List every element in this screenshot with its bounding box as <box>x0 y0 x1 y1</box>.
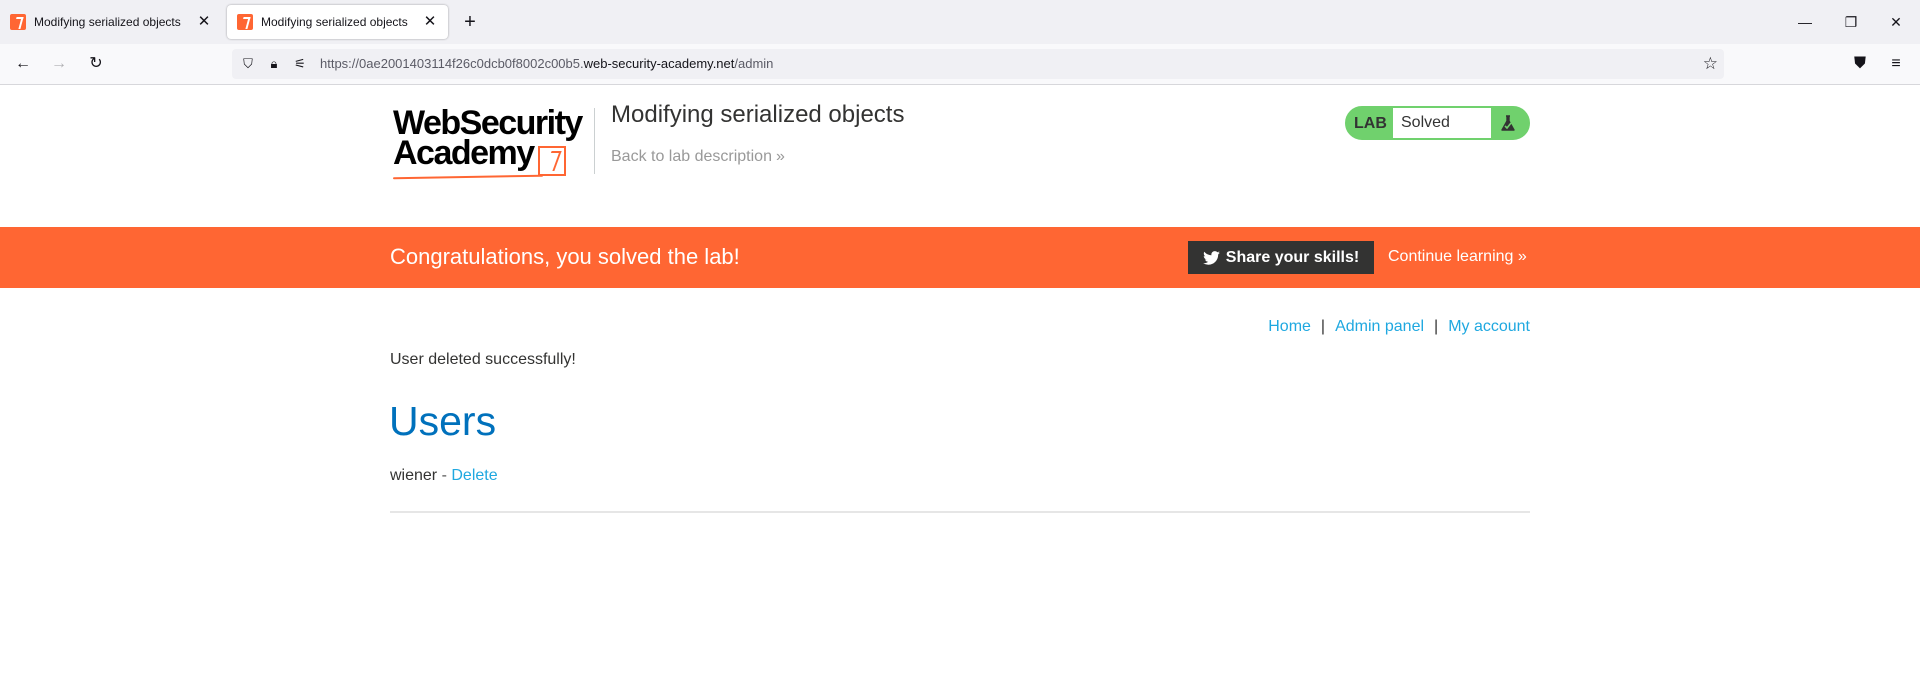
pocket-icon[interactable]: ⛊ <box>1848 52 1872 76</box>
restore-icon[interactable]: ❐ <box>1839 10 1863 34</box>
username: wiener <box>390 467 438 484</box>
share-label: Share your skills! <box>1225 248 1360 266</box>
logo-underline <box>392 174 544 180</box>
nav-separator: | <box>1434 318 1439 335</box>
url-text[interactable]: https://0ae2001403114f26c0dcb0f8002c00b5… <box>320 56 773 71</box>
bookmark-star-icon[interactable]: ☆ <box>1703 54 1718 74</box>
page-content: WebSecurity Academy Modifying serialized… <box>0 86 1920 692</box>
lab-title: Modifying serialized objects <box>611 101 905 128</box>
logo-bolt-icon <box>538 146 566 176</box>
flask-icon <box>1501 115 1515 131</box>
nav-separator: | <box>1320 318 1326 335</box>
shield-icon[interactable]: ⛉ <box>240 56 256 72</box>
tab-title: Modifying serialized objects <box>261 15 408 29</box>
tab-title: Modifying serialized objects <box>34 15 181 29</box>
back-arrow-icon[interactable]: ← <box>11 52 35 76</box>
lab-status-widget: LAB Solved <box>1345 106 1530 140</box>
continue-learning-link[interactable]: Continue learning » <box>1388 248 1527 266</box>
lab-status-value: Solved <box>1393 108 1491 138</box>
top-navigation: Home | Admin panel | My account <box>1268 318 1530 336</box>
users-heading: Users <box>389 398 497 444</box>
url-bar[interactable]: ⛉ 🔒︎ ⚟ https://0ae2001403114f26c0dcb0f80… <box>232 49 1724 79</box>
status-message: User deleted successfully! <box>390 351 576 368</box>
forward-arrow-icon[interactable]: → <box>47 52 71 76</box>
window-close-icon[interactable]: ✕ <box>1884 10 1908 34</box>
url-path: /admin <box>734 56 774 71</box>
permissions-icon[interactable]: ⚟ <box>292 56 308 72</box>
new-tab-icon[interactable]: + <box>458 10 482 34</box>
browser-navbar: ← → ↻ ⛉ 🔒︎ ⚟ https://0ae2001403114f26c0d… <box>0 44 1920 85</box>
lab-label: LAB <box>1354 115 1387 132</box>
my-account-link[interactable]: My account <box>1448 318 1530 335</box>
url-domain: web-security-academy.net <box>583 56 735 71</box>
congratulations-message: Congratulations, you solved the lab! <box>390 244 740 269</box>
double-chevron-right-icon: » <box>1517 248 1527 265</box>
divider <box>390 511 1530 513</box>
back-link-label: Back to lab description <box>611 148 772 165</box>
twitter-icon <box>1202 250 1220 265</box>
menu-icon[interactable]: ≡ <box>1884 52 1908 76</box>
close-tab-icon[interactable]: ✕ <box>196 14 212 30</box>
user-separator: - <box>437 467 452 484</box>
solved-banner: Congratulations, you solved the lab! Sha… <box>0 227 1920 288</box>
delete-user-link[interactable]: Delete <box>451 467 497 484</box>
close-tab-icon[interactable]: ✕ <box>422 14 438 30</box>
minimize-icon[interactable]: — <box>1793 10 1817 34</box>
home-link[interactable]: Home <box>1268 318 1311 335</box>
double-chevron-right-icon: » <box>775 148 785 165</box>
browser-tab-strip: Modifying serialized objects ✕ Modifying… <box>0 0 1920 44</box>
browser-tab[interactable]: Modifying serialized objects ✕ <box>0 5 222 39</box>
logo-text-line2: Academy <box>393 134 535 172</box>
browser-tab-active[interactable]: Modifying serialized objects ✕ <box>227 5 448 39</box>
header-divider <box>594 108 595 174</box>
continue-label: Continue learning <box>1388 248 1514 265</box>
web-security-academy-logo[interactable]: WebSecurity Academy <box>392 106 593 182</box>
portswigger-favicon-icon <box>10 14 26 30</box>
user-list-item: wiener - Delete <box>390 467 498 485</box>
portswigger-favicon-icon <box>237 14 253 30</box>
reload-icon[interactable]: ↻ <box>84 52 108 76</box>
admin-panel-link[interactable]: Admin panel <box>1335 318 1424 335</box>
lock-icon[interactable]: 🔒︎ <box>266 56 282 72</box>
url-prefix: https://0ae2001403114f26c0dcb0f8002c00b5… <box>320 56 584 71</box>
share-your-skills-button[interactable]: Share your skills! <box>1188 241 1374 274</box>
back-to-lab-description-link[interactable]: Back to lab description» <box>611 148 785 166</box>
